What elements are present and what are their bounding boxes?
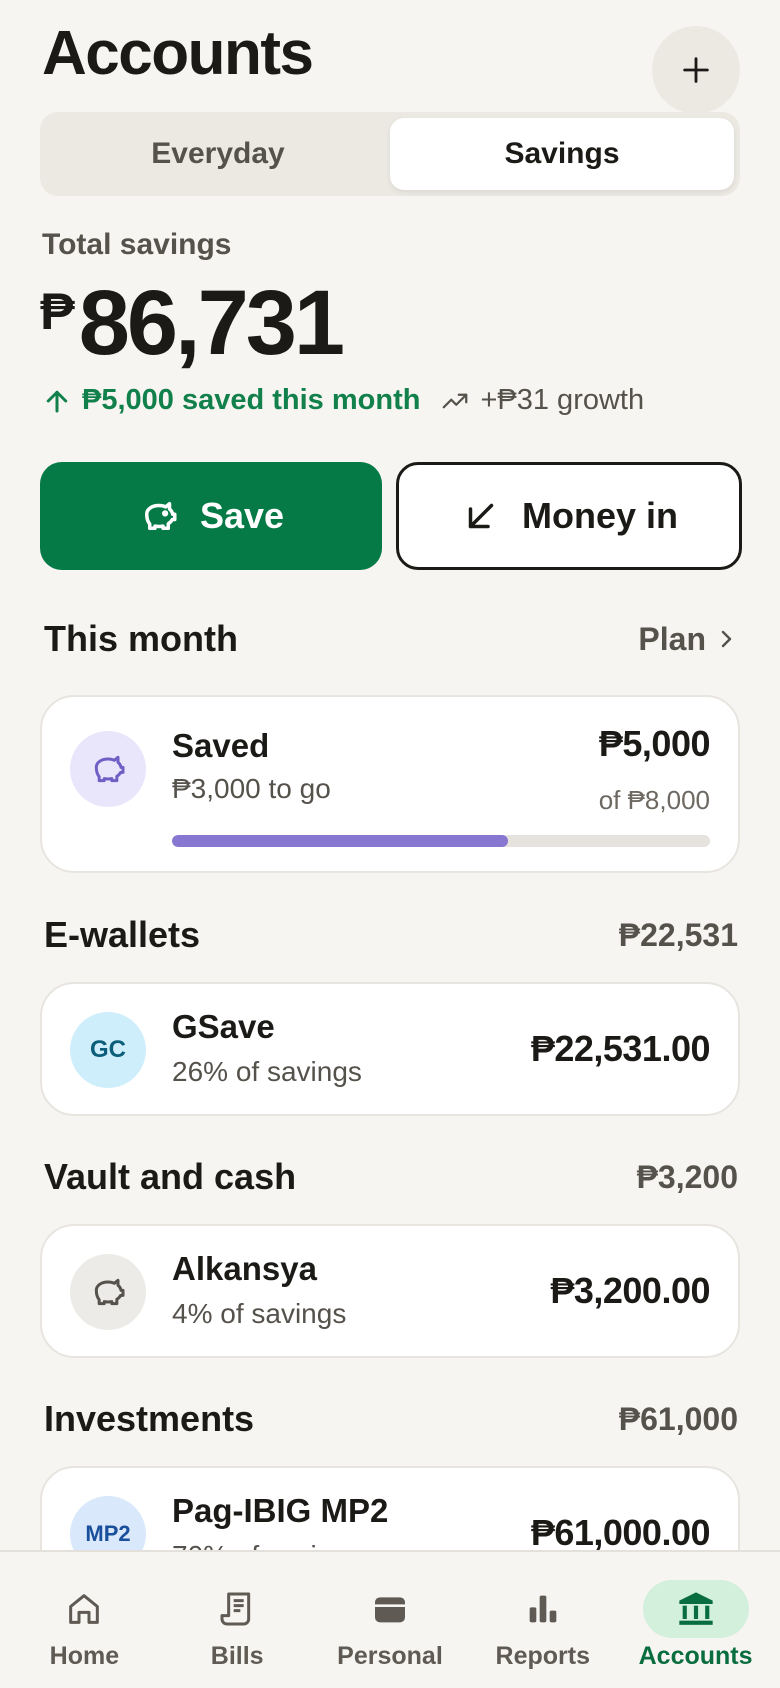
saved-progress-bar <box>172 835 710 847</box>
alkansya-share: 4% of savings <box>172 1298 347 1329</box>
saved-this-month-stat: ₱5,000 saved this month <box>42 384 420 417</box>
saved-progress-card[interactable]: Saved ₱3,000 to go ₱5,000 of ₱8,000 <box>40 695 740 873</box>
money-in-button-label: Money in <box>521 495 678 536</box>
page-title: Accounts <box>42 19 314 88</box>
ewallets-total: ₱22,531 <box>618 916 738 953</box>
account-type-tabs: Everyday Savings <box>40 112 740 196</box>
piggy-bank-icon <box>144 502 177 530</box>
plan-link-label: Plan <box>638 620 706 657</box>
bar-chart-icon <box>529 1595 557 1623</box>
section-title-ewallets: E-wallets <box>44 914 201 955</box>
plan-link[interactable]: Plan <box>638 621 738 658</box>
tab-savings[interactable]: Savings <box>390 118 734 190</box>
nav-accounts[interactable]: Accounts <box>626 1552 766 1688</box>
nav-bills[interactable]: Bills <box>167 1552 307 1688</box>
saved-title: Saved <box>172 727 270 764</box>
action-buttons: Save Money in <box>40 462 742 570</box>
nav-home-label: Home <box>49 1642 120 1670</box>
total-savings-value: 86,731 <box>78 272 345 374</box>
nav-personal[interactable]: Personal <box>320 1552 460 1688</box>
nav-home[interactable]: Home <box>14 1552 154 1688</box>
alkansya-account-card[interactable]: Alkansya 4% of savings ₱3,200.00 <box>40 1224 740 1358</box>
saved-icon-circle <box>70 731 146 807</box>
chevron-right-icon <box>721 630 732 648</box>
arrow-down-left-icon <box>468 503 494 529</box>
gsave-share: 26% of savings <box>172 1056 362 1087</box>
nav-reports[interactable]: Reports <box>473 1552 613 1688</box>
header: Accounts <box>42 18 740 114</box>
nav-personal-label: Personal <box>337 1642 443 1670</box>
saved-remaining: ₱3,000 to go <box>172 773 331 804</box>
alkansya-balance: ₱3,200.00 <box>550 1270 710 1311</box>
gsave-account-card[interactable]: GC GSave 26% of savings ₱22,531.00 <box>40 982 740 1116</box>
ewallets-header: E-wallets ₱22,531 <box>44 914 738 956</box>
money-in-button[interactable]: Money in <box>396 462 742 570</box>
currency-symbol: ₱ <box>40 283 75 341</box>
add-account-button[interactable] <box>652 26 740 114</box>
growth-text: +₱31 growth <box>480 384 645 416</box>
bank-icon <box>678 1592 713 1625</box>
saved-this-month-text: ₱5,000 saved this month <box>82 384 421 416</box>
vault-total: ₱3,200 <box>636 1158 738 1195</box>
gcash-logo-icon: GC <box>70 1012 146 1088</box>
vault-header: Vault and cash ₱3,200 <box>44 1156 738 1198</box>
save-button[interactable]: Save <box>40 462 382 570</box>
mp2-name: Pag-IBIG MP2 <box>172 1492 389 1529</box>
saved-amount: ₱5,000 <box>598 723 711 764</box>
nav-bills-label: Bills <box>210 1642 264 1670</box>
growth-stat: +₱31 growth <box>440 384 644 417</box>
total-savings-label: Total savings <box>42 228 232 261</box>
piggy-bank-icon <box>94 1278 125 1306</box>
alkansya-icon-circle <box>70 1254 146 1330</box>
mp2-balance: ₱61,000.00 <box>530 1512 711 1553</box>
save-button-label: Save <box>199 495 285 536</box>
section-title-investments: Investments <box>44 1398 255 1439</box>
saved-progress-fill <box>172 835 509 847</box>
investments-header: Investments ₱61,000 <box>44 1398 738 1440</box>
nav-reports-label: Reports <box>495 1642 591 1670</box>
trend-up-icon <box>443 393 468 408</box>
section-title-vault: Vault and cash <box>44 1156 297 1197</box>
saved-goal: of ₱8,000 <box>598 785 710 815</box>
nav-accounts-label: Accounts <box>638 1642 753 1670</box>
receipt-icon <box>220 1592 251 1626</box>
arrow-up-icon <box>46 390 68 412</box>
investments-total: ₱61,000 <box>618 1400 738 1437</box>
gsave-name: GSave <box>172 1008 275 1045</box>
bottom-navigation: Home Bills Personal Reports Accounts <box>0 1550 780 1688</box>
home-icon <box>69 1594 100 1624</box>
gsave-balance: ₱22,531.00 <box>530 1028 711 1069</box>
savings-stats: ₱5,000 saved this month +₱31 growth <box>42 384 644 417</box>
total-savings-amount: ₱ 86,731 <box>40 268 345 378</box>
section-title-this-month: This month <box>44 618 238 659</box>
piggy-bank-icon <box>94 755 125 783</box>
this-month-header: This month Plan <box>44 618 738 660</box>
alkansya-name: Alkansya <box>172 1250 317 1287</box>
plus-icon <box>683 57 709 83</box>
wallet-icon <box>374 1597 405 1623</box>
tab-everyday[interactable]: Everyday <box>46 118 390 190</box>
